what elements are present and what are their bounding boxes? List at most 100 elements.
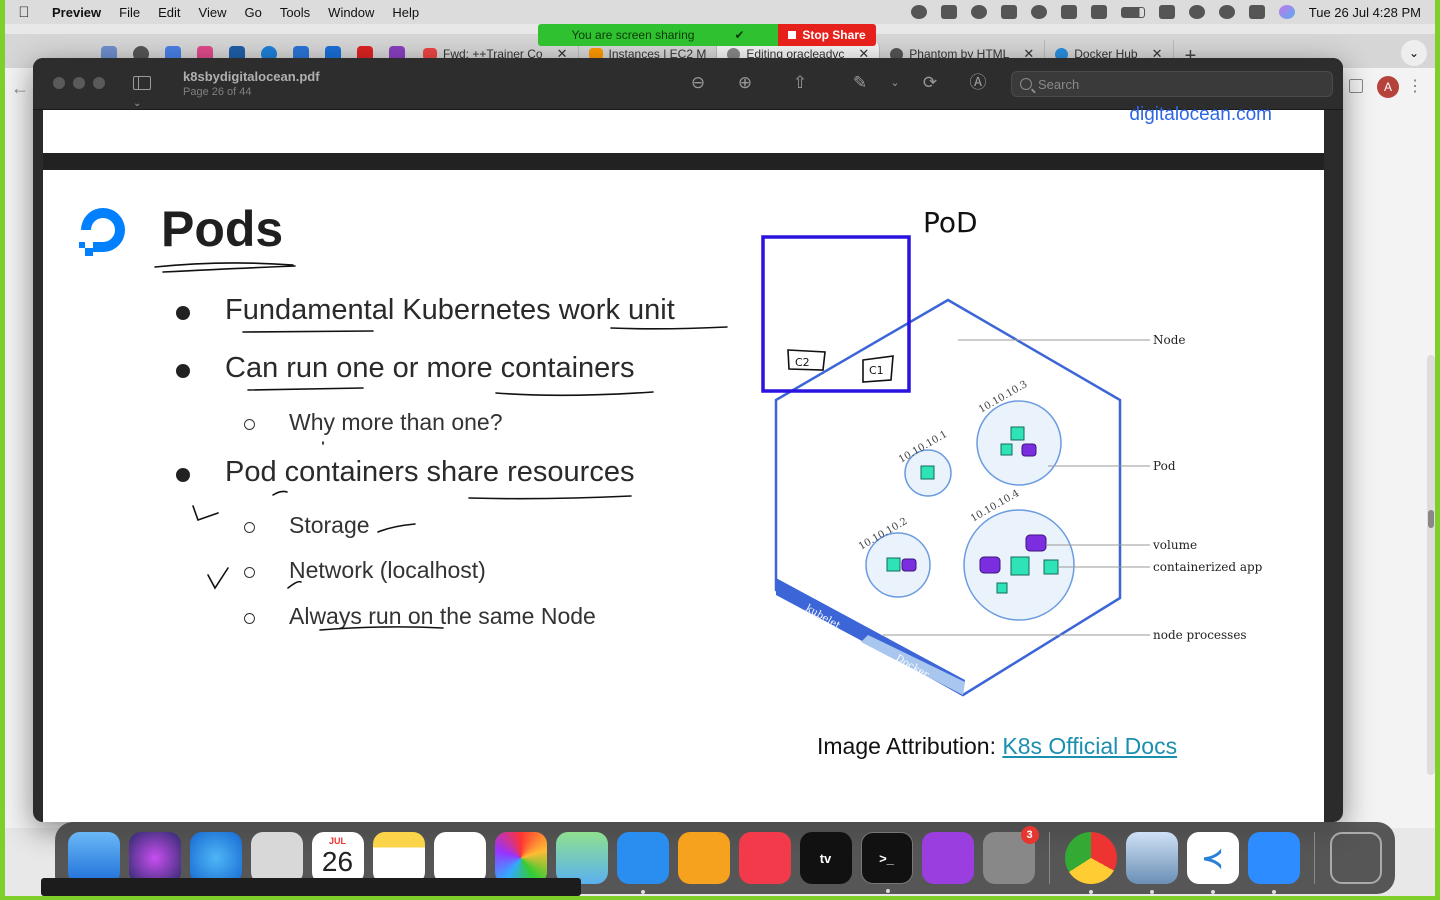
notes-icon[interactable] <box>372 832 425 884</box>
bullet-text: Fundamental Kubernetes work unit <box>225 294 675 326</box>
menu-go[interactable]: Go <box>235 5 270 20</box>
photos-icon[interactable] <box>494 832 547 884</box>
menu-tools[interactable]: Tools <box>271 5 319 20</box>
underline-stroke <box>242 330 374 333</box>
status-area: Tue 26 Jul 4:28 PM <box>910 5 1435 20</box>
k8s-docs-link[interactable]: K8s Official Docs <box>1002 733 1177 759</box>
menu-file[interactable]: File <box>110 5 149 20</box>
bluetooth-icon[interactable] <box>1090 5 1107 19</box>
preview-window: ⌄ k8sbydigitalocean.pdf Page 26 of 44 ⊖ … <box>33 58 1343 822</box>
side-panel-icon[interactable] <box>1349 79 1363 93</box>
apple-menu-icon[interactable]:  <box>5 4 43 21</box>
tab-search-chevron-icon[interactable]: ⌄ <box>1401 40 1427 66</box>
music-icon[interactable] <box>738 832 791 884</box>
sub-bullet-text: Why more than one? <box>289 409 503 435</box>
system-preferences-icon[interactable]: 3 <box>982 826 1039 884</box>
volume-icon[interactable] <box>1060 5 1077 19</box>
sidebar-toggle-icon[interactable]: ⌄ <box>133 76 163 109</box>
previous-page-fragment: digitalocean.com <box>43 104 1324 153</box>
bullet-dot <box>176 468 190 482</box>
page-indicator: Page 26 of 44 <box>183 86 252 98</box>
share-message: You are screen sharing <box>571 28 695 42</box>
annotation-toolbar[interactable] <box>41 878 581 896</box>
creative-cloud-icon[interactable] <box>970 5 987 19</box>
vscode-icon[interactable]: ≺ <box>1186 832 1239 894</box>
scrollbar-thumb[interactable] <box>1428 510 1434 528</box>
desktop-screen:  Preview File Edit View Go Tools Window… <box>5 0 1435 896</box>
previous-page-link[interactable]: digitalocean.com <box>1129 104 1272 126</box>
rotate-icon[interactable]: ⟳ <box>920 73 940 93</box>
preview-app-icon[interactable] <box>1125 832 1178 894</box>
keynote-icon[interactable] <box>616 832 669 894</box>
spotlight-icon[interactable] <box>1218 5 1235 19</box>
battery-icon[interactable] <box>1120 6 1145 18</box>
menubar-clock[interactable]: Tue 26 Jul 4:28 PM <box>1309 5 1421 20</box>
zoom-in-icon[interactable]: ⊕ <box>735 73 755 93</box>
reminders-icon[interactable] <box>433 832 486 884</box>
containerized-app-label: containerized app <box>1153 560 1263 574</box>
apple-tv-icon[interactable]: tv <box>799 832 852 884</box>
sub-bullet-text: Storage <box>289 512 370 538</box>
minimize-window-button[interactable] <box>73 77 85 89</box>
menu-view[interactable]: View <box>190 5 236 20</box>
siri-icon[interactable] <box>1278 5 1295 19</box>
markup-pen-icon[interactable]: ✎ <box>850 73 870 93</box>
underline-stroke <box>495 391 654 397</box>
bullet-text: Can run one or more containers <box>225 352 635 384</box>
chrome-icon[interactable] <box>1064 832 1117 894</box>
underline-stroke <box>377 523 416 533</box>
menu-app-name[interactable]: Preview <box>43 5 110 20</box>
menu-bar:  Preview File Edit View Go Tools Window… <box>5 0 1435 24</box>
check-mark <box>192 505 219 522</box>
terminal-icon[interactable]: >_ <box>860 832 913 893</box>
zoom-status-icon[interactable] <box>940 5 957 19</box>
share-icon[interactable]: ⇧ <box>790 73 810 93</box>
stop-share-button[interactable]: Stop Share <box>778 24 876 46</box>
menu-window[interactable]: Window <box>319 5 383 20</box>
maps-icon[interactable] <box>555 832 608 884</box>
user-switch-icon[interactable] <box>1188 5 1205 19</box>
document-title: k8sbydigitalocean.pdf <box>183 69 320 84</box>
calendar-icon[interactable]: JUL 26 <box>311 832 364 884</box>
screen-share-bar: You are screen sharing ✔ Stop Share <box>538 24 876 46</box>
status-app-icon[interactable] <box>910 5 927 19</box>
siri-app-icon[interactable] <box>128 832 181 884</box>
profile-avatar[interactable]: A <box>1377 76 1399 98</box>
trash-icon[interactable] <box>1329 832 1382 884</box>
info-status-icon[interactable] <box>1030 5 1047 19</box>
pod-node-diagram: kubelet Docker 10.10.10.3 10.10.10.1 10.… <box>774 298 1263 697</box>
underline-stroke <box>272 490 288 496</box>
launchpad-icon[interactable] <box>250 832 303 884</box>
image-attribution: Image Attribution: K8s Official Docs <box>817 733 1177 760</box>
bullet-text: Pod containers share resources <box>225 456 635 488</box>
sub-bullet-text: Always run on the same Node <box>289 603 596 629</box>
terminal-prompt: >_ <box>879 850 894 866</box>
close-window-button[interactable] <box>53 77 65 89</box>
pdf-page: Pods Fundamental Kubernetes work unit Ca… <box>43 170 1324 822</box>
menu-edit[interactable]: Edit <box>149 5 189 20</box>
zoom-app-icon[interactable] <box>1247 832 1300 894</box>
underline-stroke <box>468 495 632 500</box>
underline-stroke <box>154 262 294 268</box>
share-status: You are screen sharing ✔ <box>538 24 778 46</box>
search-field[interactable]: Search <box>1011 71 1333 97</box>
browser-menu-icon[interactable]: ⋮ <box>1407 76 1423 96</box>
browser-scrollbar[interactable] <box>1427 355 1435 775</box>
calendar-month: JUL <box>328 836 346 846</box>
dock-separator <box>1049 832 1050 884</box>
pin-tool-icon[interactable] <box>1000 5 1017 19</box>
safari-icon[interactable] <box>189 832 242 884</box>
podcasts-icon[interactable] <box>921 832 974 884</box>
pod-circle <box>976 400 1062 486</box>
zoom-out-icon[interactable]: ⊖ <box>688 73 708 93</box>
zoom-window-button[interactable] <box>93 77 105 89</box>
pages-icon[interactable] <box>677 832 730 884</box>
sub-bullet-ring <box>244 419 255 430</box>
annotate-icon[interactable]: Ⓐ <box>968 73 988 93</box>
menu-help[interactable]: Help <box>383 5 428 20</box>
finder-icon[interactable] <box>67 832 120 894</box>
markup-chevron-icon[interactable]: ⌄ <box>885 73 905 93</box>
control-center-icon[interactable] <box>1248 5 1265 19</box>
wifi-icon[interactable] <box>1158 5 1175 19</box>
back-arrow-icon[interactable]: ← <box>5 68 35 108</box>
